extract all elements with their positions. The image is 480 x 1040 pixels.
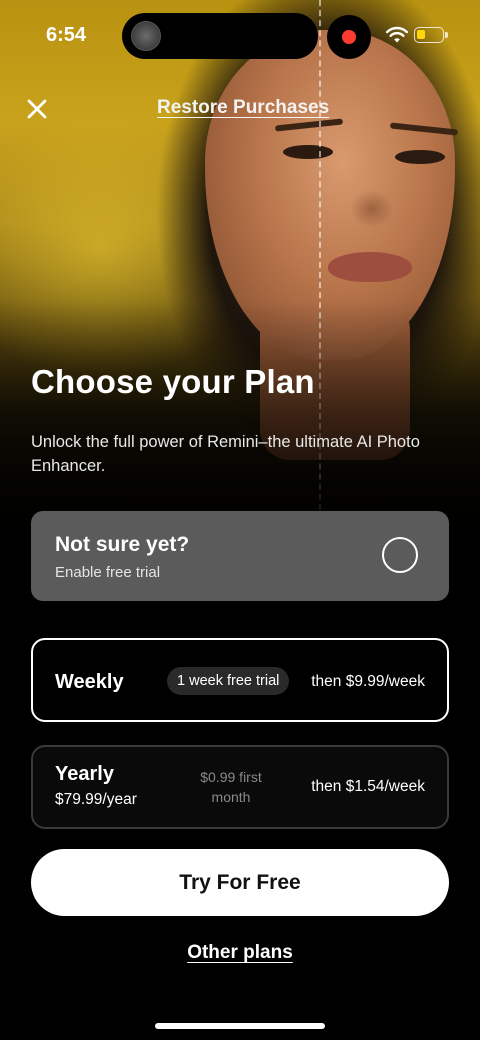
other-plans-link[interactable]: Other plans bbox=[0, 942, 480, 964]
page-subtitle: Unlock the full power of Remini–the ulti… bbox=[31, 433, 420, 475]
plan-name: Weekly bbox=[55, 671, 124, 693]
portrait-eye-left bbox=[283, 145, 333, 159]
battery-level-fill bbox=[417, 30, 425, 39]
wifi-icon bbox=[386, 26, 408, 43]
battery-icon bbox=[414, 27, 444, 43]
home-indicator[interactable] bbox=[155, 1023, 325, 1029]
record-dot-icon bbox=[342, 30, 356, 44]
screen-recording-indicator bbox=[327, 15, 371, 59]
plan-option-weekly[interactable]: Weekly 1 week free trial then $9.99/week bbox=[31, 638, 449, 722]
plan-option-yearly[interactable]: Yearly $79.99/year $0.99 first month the… bbox=[31, 745, 449, 829]
plan-intro-price: $0.99 first month bbox=[200, 769, 262, 805]
free-trial-title: Not sure yet? bbox=[55, 533, 190, 556]
battery-cap bbox=[445, 32, 448, 38]
dynamic-island bbox=[122, 13, 318, 59]
plan-then-price: then $9.99/week bbox=[311, 673, 425, 690]
status-time: 6:54 bbox=[46, 24, 87, 46]
plan-name: Yearly bbox=[55, 763, 114, 785]
portrait-eye-right bbox=[395, 150, 445, 164]
island-thumbnail-icon bbox=[131, 21, 161, 51]
free-trial-toggle-card[interactable]: Not sure yet? Enable free trial bbox=[31, 511, 449, 601]
free-trial-subtitle: Enable free trial bbox=[55, 564, 161, 581]
free-trial-badge: 1 week free trial bbox=[167, 667, 290, 695]
plan-then-price: then $1.54/week bbox=[311, 778, 425, 795]
try-for-free-button[interactable]: Try For Free bbox=[31, 849, 449, 916]
free-trial-radio-icon[interactable] bbox=[382, 537, 418, 573]
page-title: Choose your Plan bbox=[31, 363, 315, 400]
portrait-lips bbox=[328, 252, 412, 282]
portrait-nose bbox=[350, 190, 394, 228]
plan-price: $79.99/year bbox=[55, 791, 137, 808]
close-icon[interactable] bbox=[24, 96, 50, 122]
restore-purchases-link[interactable]: Restore Purchases bbox=[157, 97, 329, 119]
